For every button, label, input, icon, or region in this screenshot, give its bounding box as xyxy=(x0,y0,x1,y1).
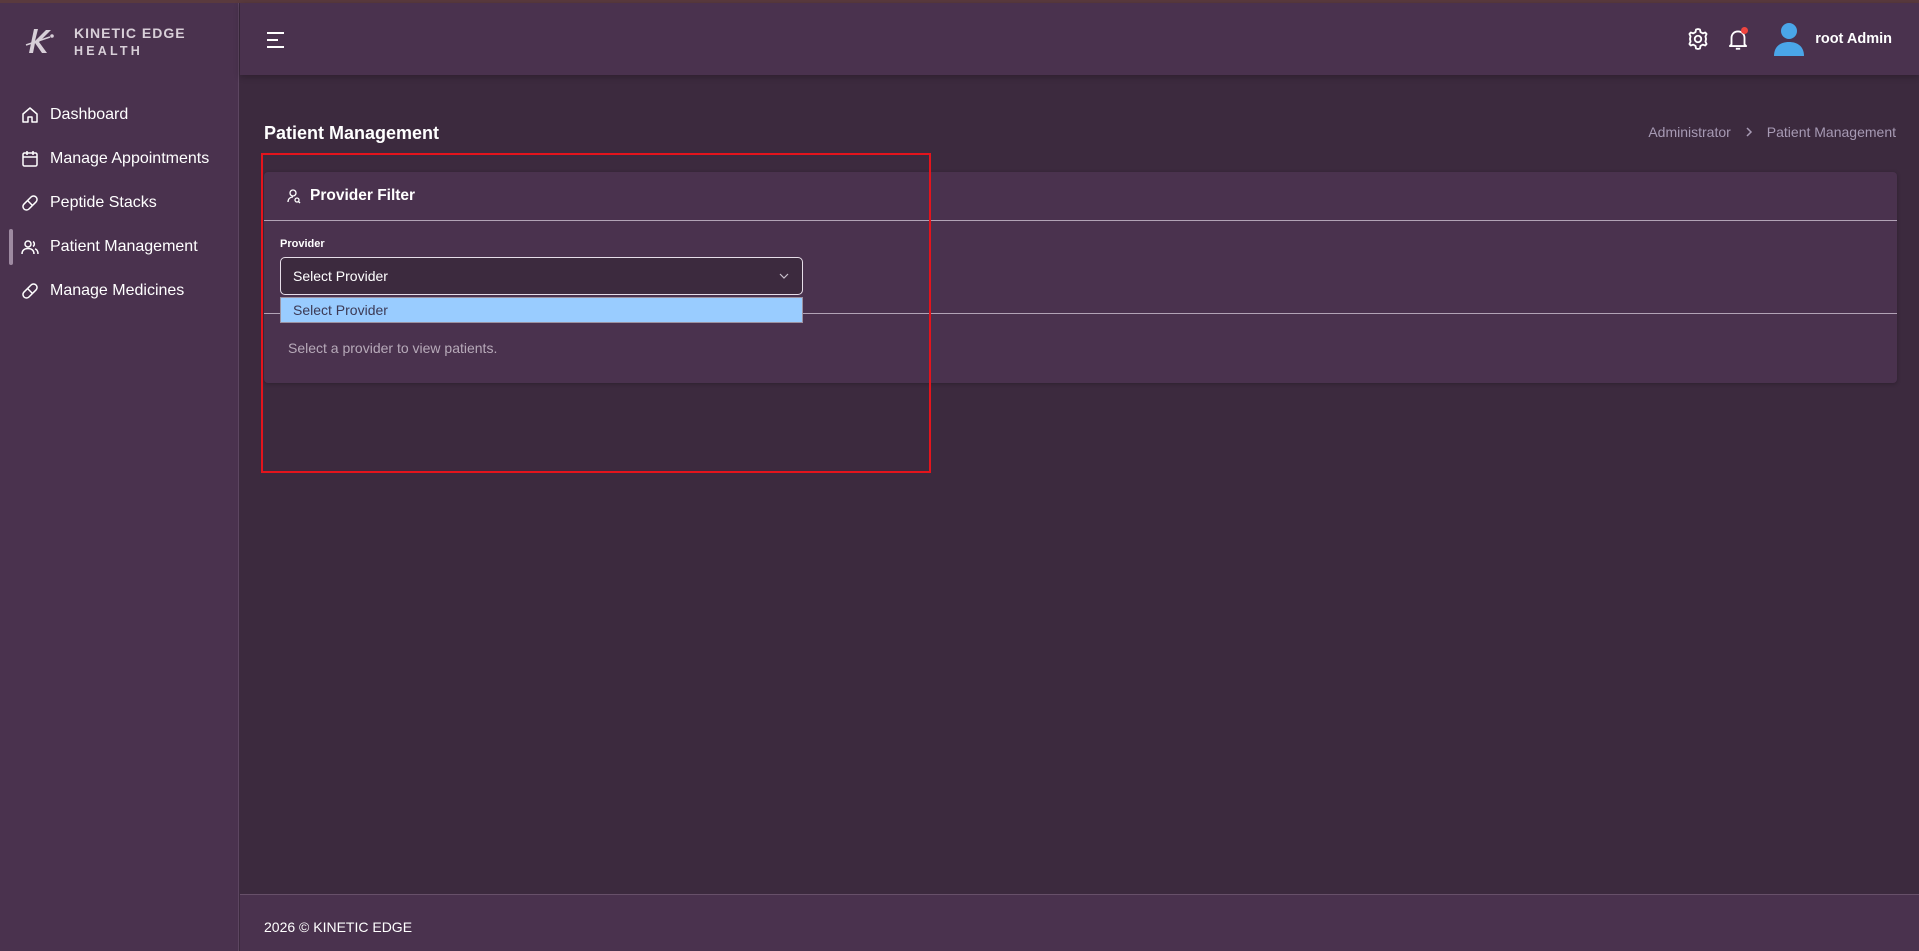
footer-copyright: 2026 © KINETIC EDGE xyxy=(264,919,413,935)
brand[interactable]: KINETIC EDGE HEALTH xyxy=(24,21,224,65)
brand-name-line2: HEALTH xyxy=(74,44,143,58)
sidebar-item-manage-appointments[interactable]: Manage Appointments xyxy=(0,137,239,181)
provider-label: Provider xyxy=(280,238,325,250)
page-title: Patient Management xyxy=(264,123,440,143)
header-actions: root Admin xyxy=(1671,20,1892,58)
footer: 2026 © KINETIC EDGE xyxy=(240,894,1919,951)
sidebar-item-peptide-stacks[interactable]: Peptide Stacks xyxy=(0,181,239,225)
sidebar-item-label: Patient Management xyxy=(50,238,198,255)
gear-icon[interactable] xyxy=(1685,26,1711,52)
bell-icon[interactable] xyxy=(1725,26,1751,52)
provider-filter-card: Provider Filter Provider Select Provider… xyxy=(264,172,1897,383)
brand-name: KINETIC EDGE HEALTH xyxy=(74,24,186,60)
dropdown-option-select-provider[interactable]: Select Provider xyxy=(281,298,802,322)
sidebar-item-label: Manage Appointments xyxy=(50,150,210,167)
sidebar-item-label: Dashboard xyxy=(50,106,129,123)
sidebar-item-patient-management[interactable]: Patient Management xyxy=(0,225,239,269)
breadcrumb: Administrator Patient Management xyxy=(1648,124,1896,140)
provider-select-value: Select Provider xyxy=(293,268,388,284)
sidebar: KINETIC EDGE HEALTH Dashboard Manage App… xyxy=(0,3,239,951)
calendar-icon xyxy=(20,149,40,169)
provider-dropdown-list: Select Provider xyxy=(280,297,803,323)
avatar xyxy=(1774,23,1805,56)
sidebar-item-manage-medicines[interactable]: Manage Medicines xyxy=(0,269,239,313)
brand-name-line1: KINETIC EDGE xyxy=(74,25,186,41)
chevron-down-icon xyxy=(779,273,789,279)
users-icon xyxy=(20,237,40,257)
home-icon xyxy=(20,105,40,125)
breadcrumb-item-patient-management: Patient Management xyxy=(1766,124,1896,140)
hamburger-icon[interactable] xyxy=(265,30,287,50)
sidebar-item-dashboard[interactable]: Dashboard xyxy=(0,93,239,137)
card-header: Provider Filter xyxy=(264,172,1897,221)
empty-state-message: Select a provider to view patients. xyxy=(288,340,498,356)
card-title: Provider Filter xyxy=(310,187,416,204)
user-name: root Admin xyxy=(1815,31,1892,47)
chevron-right-icon xyxy=(1745,124,1753,140)
kinetic-edge-logo-icon xyxy=(25,29,54,53)
sidebar-nav: Dashboard Manage Appointments Peptide St… xyxy=(0,93,239,313)
provider-select[interactable]: Select Provider xyxy=(280,257,803,295)
user-search-icon xyxy=(287,188,301,204)
pill-icon xyxy=(20,193,40,213)
top-header: root Admin xyxy=(240,3,1919,75)
breadcrumb-item-administrator[interactable]: Administrator xyxy=(1648,124,1730,140)
sidebar-item-label: Peptide Stacks xyxy=(50,194,157,211)
pill-icon xyxy=(20,281,40,301)
sidebar-item-label: Manage Medicines xyxy=(50,282,185,299)
user-menu[interactable]: root Admin xyxy=(1773,22,1892,56)
